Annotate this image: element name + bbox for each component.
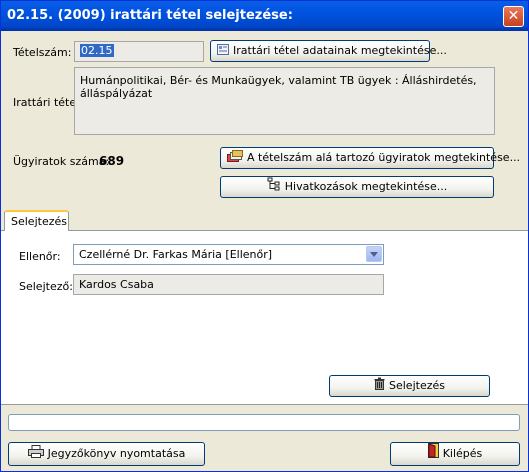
progress-bar — [8, 414, 520, 431]
tab-disposal-label: Selejtezés — [11, 215, 67, 228]
dialog-window: 02.15. (2009) irattári tétel selejtezése… — [0, 0, 529, 472]
print-report-label: Jegyzőkönyv nyomtatása — [47, 447, 186, 460]
file-count-label: Ügyiratok száma: — [13, 155, 110, 168]
printer-icon — [27, 444, 44, 465]
folders-icon — [227, 149, 243, 168]
archive-item-label: Irattári tétel: — [13, 96, 83, 109]
disposer-value: Kardos Csaba — [79, 278, 154, 291]
view-references-label: Hivatkozások megtekintése... — [284, 180, 448, 193]
view-references-button[interactable]: Hivatkozások megtekintése... — [220, 176, 494, 198]
exit-button[interactable]: Kilépés — [390, 442, 520, 466]
view-item-details-label: Irattári tétel adatainak megtekintése... — [233, 44, 447, 57]
window-title: 02.15. (2009) irattári tétel selejtezése… — [7, 8, 293, 23]
item-number-field: 02.15 — [74, 41, 204, 62]
dispose-label: Selejtezés — [389, 379, 445, 392]
title-bar: 02.15. (2009) irattári tétel selejtezése… — [1, 1, 528, 31]
controller-label: Ellenőr: — [19, 250, 61, 263]
dispose-button[interactable]: Selejtezés — [329, 375, 490, 397]
disposer-label: Selejtező: — [19, 280, 73, 293]
archive-item-value: Humánpolitikai, Bér- és Munkaügyek, vala… — [80, 74, 477, 100]
view-files-label: A tételszám alá tartozó ügyiratok megtek… — [247, 151, 521, 164]
view-item-details-button[interactable]: Irattári tétel adatainak megtekintése... — [210, 40, 447, 62]
exit-label: Kilépés — [442, 447, 483, 460]
controller-select[interactable]: Czellérné Dr. Farkas Mária [Ellenőr] — [73, 244, 384, 265]
file-count-value: 689 — [99, 154, 125, 168]
controller-value: Czellérné Dr. Farkas Mária [Ellenőr] — [79, 248, 273, 261]
close-icon: ✕ — [507, 8, 520, 24]
disposer-field: Kardos Csaba — [73, 274, 384, 295]
trash-bin-icon — [374, 377, 385, 396]
chevron-down-icon[interactable] — [366, 246, 382, 262]
view-files-button[interactable]: A tételszám alá tartozó ügyiratok megtek… — [220, 147, 520, 169]
item-number-value: 02.15 — [80, 44, 114, 57]
archive-item-field: Humánpolitikai, Bér- és Munkaügyek, vala… — [74, 67, 495, 135]
exit-door-icon — [427, 443, 439, 465]
info-card-icon — [217, 42, 229, 61]
close-button[interactable]: ✕ — [503, 6, 524, 27]
print-report-button[interactable]: Jegyzőkönyv nyomtatása — [8, 442, 205, 466]
item-number-label: Tételszám: — [13, 46, 72, 59]
tab-disposal[interactable]: Selejtezés — [4, 210, 69, 231]
hierarchy-icon — [267, 177, 281, 197]
